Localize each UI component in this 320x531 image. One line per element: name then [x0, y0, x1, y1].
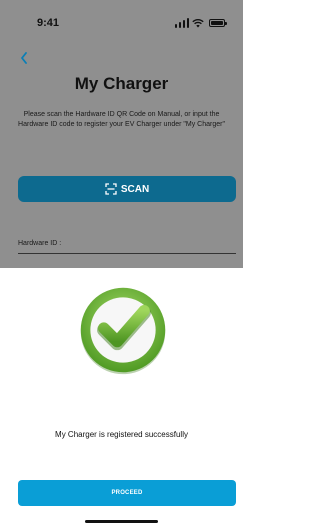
instructions-text: Please scan the Hardware ID QR Code on M… — [18, 111, 225, 128]
proceed-button[interactable]: PROCEED — [18, 480, 236, 506]
success-message: My Charger is registered successfully — [55, 430, 188, 439]
check-circle-icon — [80, 287, 166, 375]
status-time: 9:41 — [37, 17, 60, 29]
hardware-id-label: Hardware ID : — [18, 240, 62, 247]
chevron-left-icon — [21, 52, 27, 64]
wifi-icon — [192, 18, 204, 28]
back-button[interactable] — [20, 52, 32, 66]
hardware-id-input[interactable] — [18, 253, 236, 254]
scan-button-label: SCAN — [120, 183, 150, 195]
page-title: My Charger — [74, 74, 169, 93]
battery-icon — [209, 19, 227, 27]
scan-button[interactable]: SCAN — [18, 176, 236, 202]
signal-icon — [175, 18, 189, 28]
status-bar: 9:41 — [0, 0, 243, 40]
dimmed-background — [0, 0, 243, 268]
home-indicator — [85, 520, 158, 523]
scan-icon — [105, 183, 117, 195]
